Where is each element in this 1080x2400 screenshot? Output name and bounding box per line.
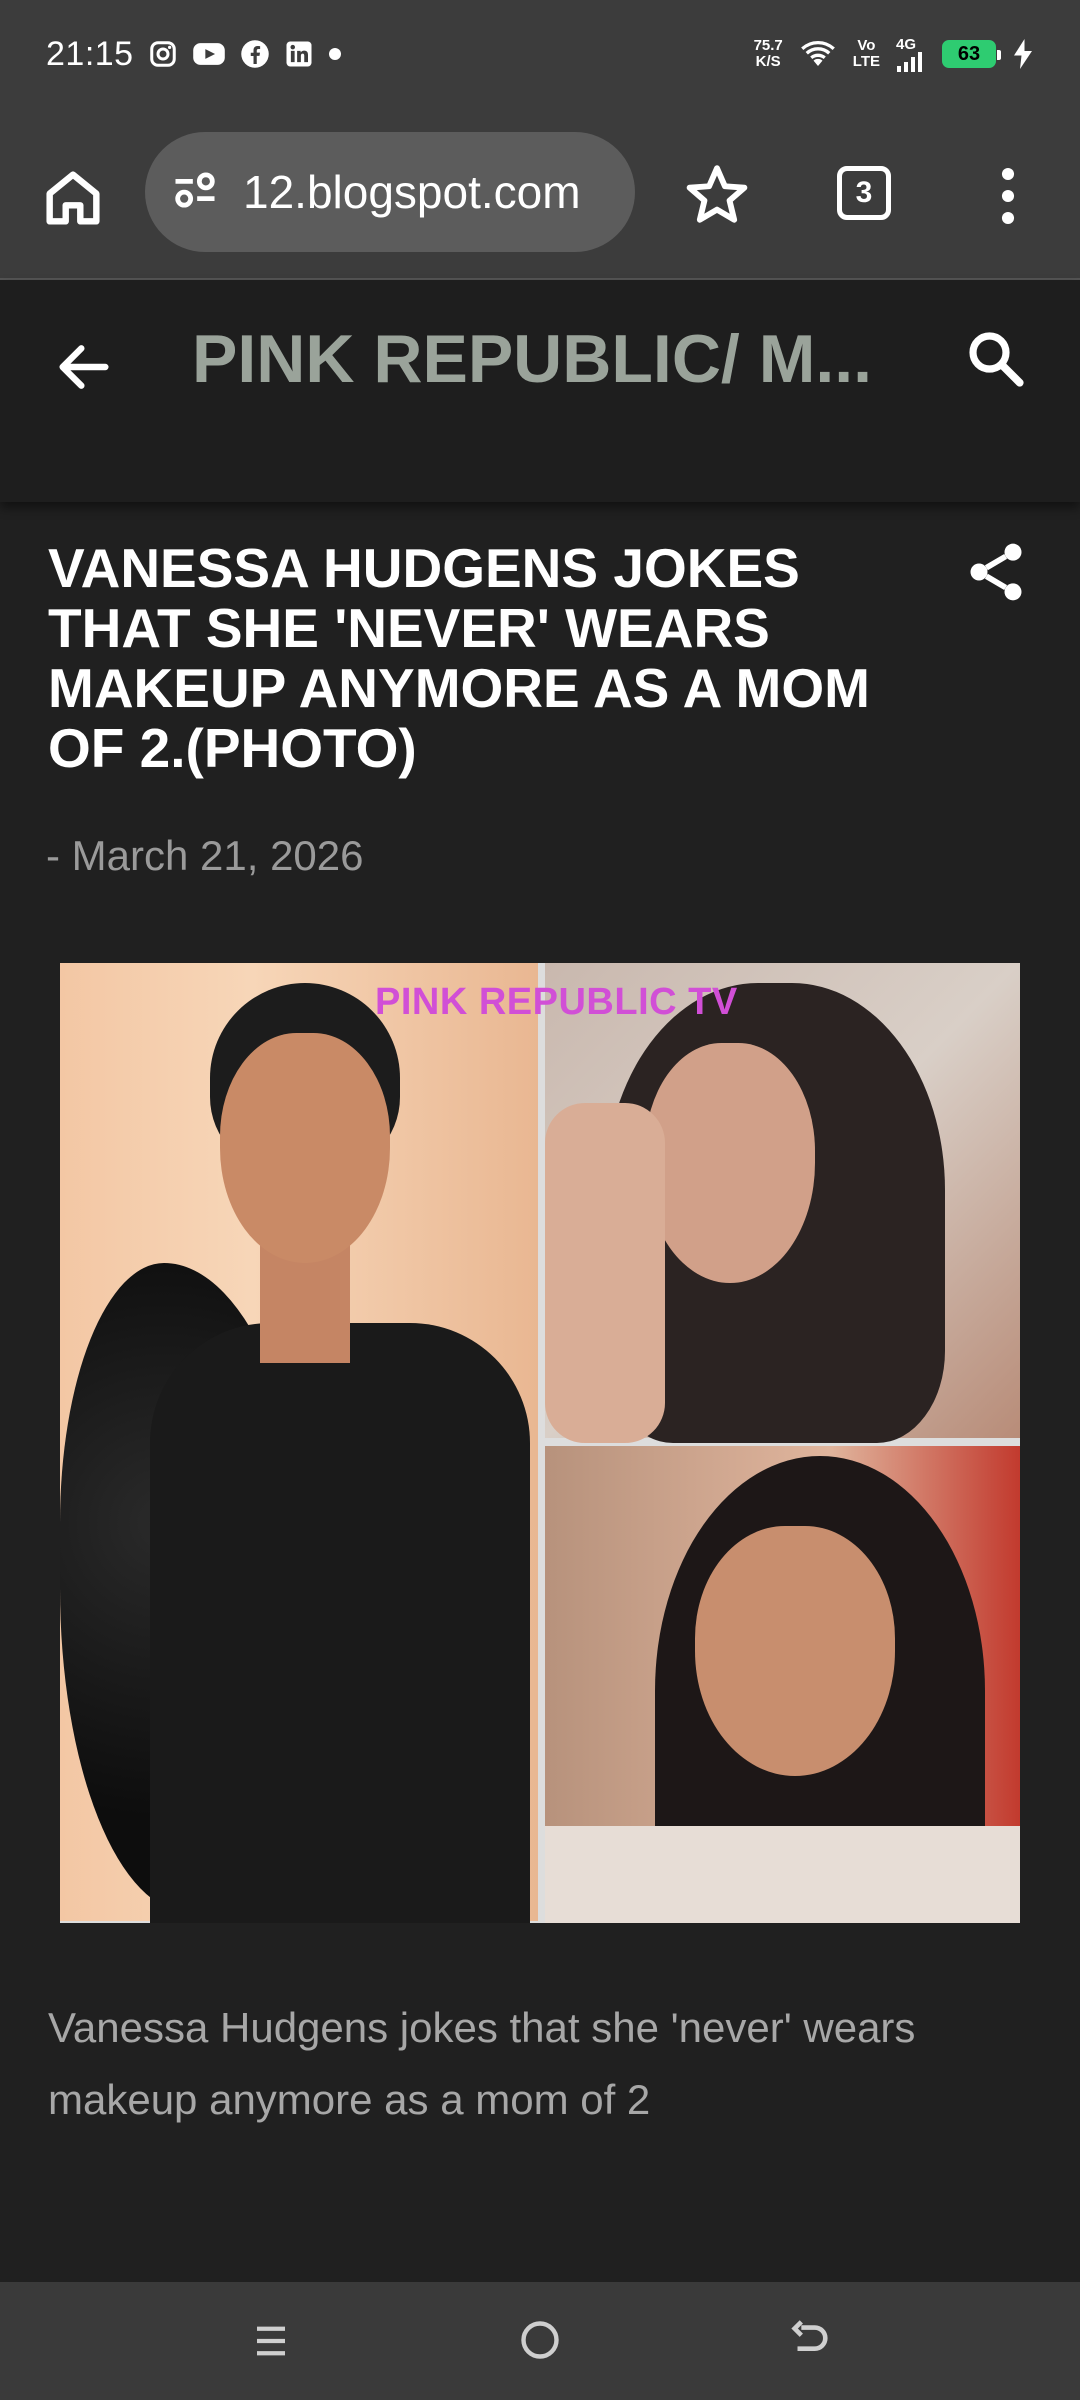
signal-group: 4G: [896, 37, 926, 72]
net-speed-value: 75.7: [753, 37, 783, 54]
status-bar: 21:15 75.7 K/S Vo LTE 4G 63: [0, 0, 1080, 108]
system-back-button[interactable]: [786, 2318, 832, 2364]
status-time: 21:15: [46, 34, 134, 73]
share-icon: [970, 543, 1022, 601]
more-vert-icon: [1001, 167, 1015, 225]
volte-top: Vo: [857, 37, 876, 54]
photo-no-makeup: [545, 963, 1020, 1443]
url-text: 12.blogspot.com: [243, 166, 581, 218]
home-button[interactable]: [38, 163, 108, 233]
instagram-icon: [148, 39, 178, 69]
tab-count: 3: [855, 176, 873, 209]
back-button[interactable]: [52, 335, 116, 399]
nav-menu-icon: [257, 2326, 285, 2356]
search-icon: [969, 332, 1024, 387]
blog-title[interactable]: PINK REPUBLIC/ M...: [192, 320, 892, 398]
photo-interview: [545, 1446, 1020, 1923]
recents-button[interactable]: [250, 2319, 292, 2363]
net-speed-unit: K/S: [755, 53, 781, 70]
net-speed: 75.7 K/S: [754, 38, 783, 70]
charging-icon: [1012, 39, 1034, 69]
notification-dot-icon: [328, 47, 342, 61]
search-button[interactable]: [962, 325, 1028, 391]
volte-bottom: LTE: [852, 53, 880, 70]
battery-indicator: 63: [942, 40, 1001, 68]
post-image[interactable]: PINK REPUBLIC TV: [60, 963, 1020, 1923]
system-nav-bar: [0, 2282, 1080, 2400]
address-bar[interactable]: 12.blogspot.com: [145, 132, 635, 252]
photo-red-carpet: [60, 963, 538, 1923]
star-icon: [686, 165, 748, 223]
share-button[interactable]: [962, 538, 1030, 606]
home-icon: [46, 171, 100, 225]
site-settings-icon[interactable]: [169, 164, 221, 221]
status-right: 75.7 K/S Vo LTE 4G 63: [754, 37, 1034, 72]
signal-icon: [896, 51, 926, 72]
system-home-button[interactable]: [518, 2318, 562, 2362]
post-title: VANESSA HUDGENS JOKES THAT SHE 'NEVER' W…: [48, 537, 870, 779]
status-left: 21:15: [46, 35, 342, 74]
tabs-button[interactable]: 3: [837, 166, 891, 220]
post-date: - March 21, 2026: [46, 832, 364, 879]
blog-header: PINK REPUBLIC/ M...: [0, 280, 1080, 502]
back-arrow-icon: [59, 345, 109, 389]
nav-back-icon: [791, 2320, 828, 2351]
battery-level: 63: [957, 42, 981, 65]
post-body: Vanessa Hudgens jokes that she 'never' w…: [48, 2004, 916, 2123]
linkedin-icon: [284, 39, 314, 69]
wifi-icon: [799, 39, 837, 69]
facebook-icon: [240, 39, 270, 69]
volte-indicator: Vo LTE: [853, 38, 880, 70]
network-type: 4G: [896, 35, 917, 53]
image-watermark: PINK REPUBLIC TV: [375, 981, 738, 1023]
more-menu-button[interactable]: [990, 163, 1026, 229]
bookmark-button[interactable]: [682, 160, 752, 230]
nav-home-icon: [521, 2321, 559, 2359]
browser-toolbar: 12.blogspot.com 3: [0, 108, 1080, 280]
youtube-icon: [192, 39, 226, 69]
